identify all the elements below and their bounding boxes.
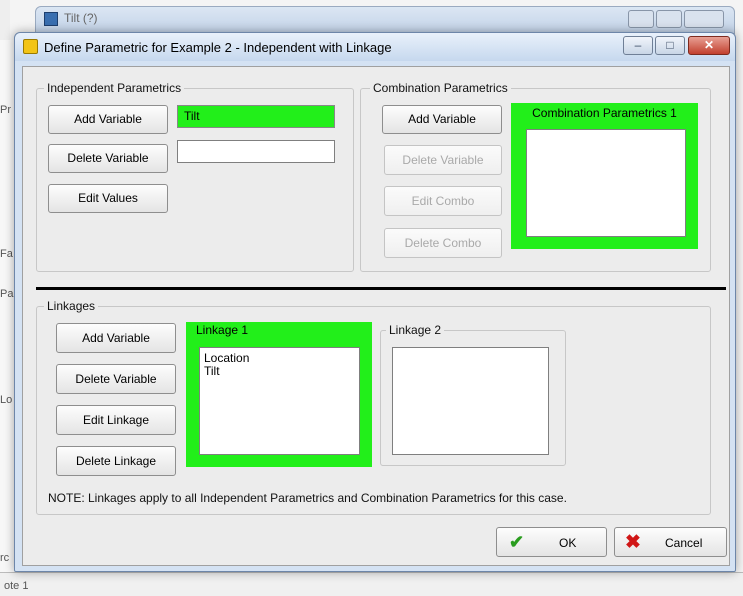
background-side-label: rc	[0, 552, 10, 564]
list-item[interactable]: Tilt	[204, 365, 359, 378]
combination-delete-variable-button[interactable]: Delete Variable	[384, 145, 502, 175]
edit-values-button[interactable]: Edit Values	[48, 184, 168, 213]
background-window-title: Tilt (?)	[64, 11, 98, 25]
checkmark-icon: ✔	[509, 532, 525, 552]
ok-label: OK	[559, 536, 577, 550]
independent-add-variable-button[interactable]: Add Variable	[48, 105, 168, 134]
linkage-2-title: Linkage 2	[386, 323, 445, 337]
independent-variable-field[interactable]	[177, 140, 335, 163]
close-button[interactable]: ✕	[688, 36, 730, 55]
close-x-icon: ✖	[625, 532, 641, 553]
minimize-button[interactable]: –	[623, 36, 653, 55]
independent-variable-selected-item[interactable]: Tilt	[177, 105, 335, 128]
background-bottom-bar	[0, 572, 743, 596]
combination-parametrics-1-list[interactable]	[526, 129, 686, 237]
dialog-title: Define Parametric for Example 2 - Indepe…	[44, 40, 392, 55]
background-app-icon	[44, 12, 58, 26]
maximize-button[interactable]: □	[655, 36, 685, 55]
background-side-label: Pr	[0, 104, 11, 116]
linkage-2-list[interactable]	[392, 347, 549, 455]
section-separator	[36, 287, 726, 290]
background-side-label: Fa	[0, 248, 13, 260]
combination-parametrics-label: Combination Parametrics	[370, 81, 511, 95]
linkages-label: Linkages	[44, 299, 99, 313]
independent-parametrics-label: Independent Parametrics	[44, 81, 185, 95]
independent-delete-variable-button[interactable]: Delete Variable	[48, 144, 168, 173]
background-maximize-button[interactable]	[656, 10, 682, 28]
background-close-button[interactable]	[684, 10, 724, 28]
edit-combo-button[interactable]: Edit Combo	[384, 186, 502, 216]
delete-linkage-button[interactable]: Delete Linkage	[56, 446, 176, 476]
ok-button[interactable]: ✔ OK	[496, 527, 607, 557]
linkages-note: NOTE: Linkages apply to all Independent …	[48, 491, 567, 505]
delete-combo-button[interactable]: Delete Combo	[384, 228, 502, 258]
background-minimize-button[interactable]	[628, 10, 654, 28]
edit-linkage-button[interactable]: Edit Linkage	[56, 405, 176, 435]
cancel-button[interactable]: ✖ Cancel	[614, 527, 727, 557]
background-side-label: Lo	[0, 394, 13, 406]
list-item[interactable]: Location	[204, 352, 359, 365]
linkages-add-variable-button[interactable]: Add Variable	[56, 323, 176, 353]
linkage-1-title: Linkage 1	[196, 323, 249, 337]
combination-add-variable-button[interactable]: Add Variable	[382, 105, 502, 134]
cancel-label: Cancel	[665, 536, 703, 550]
linkage-1-list[interactable]: Location Tilt	[199, 347, 360, 455]
combination-parametrics-1-title: Combination Parametrics 1	[532, 106, 677, 120]
background-side-label: ote 1	[4, 580, 29, 592]
app-icon	[23, 39, 38, 54]
linkages-delete-variable-button[interactable]: Delete Variable	[56, 364, 176, 394]
background-side-label: Pa	[0, 288, 14, 300]
